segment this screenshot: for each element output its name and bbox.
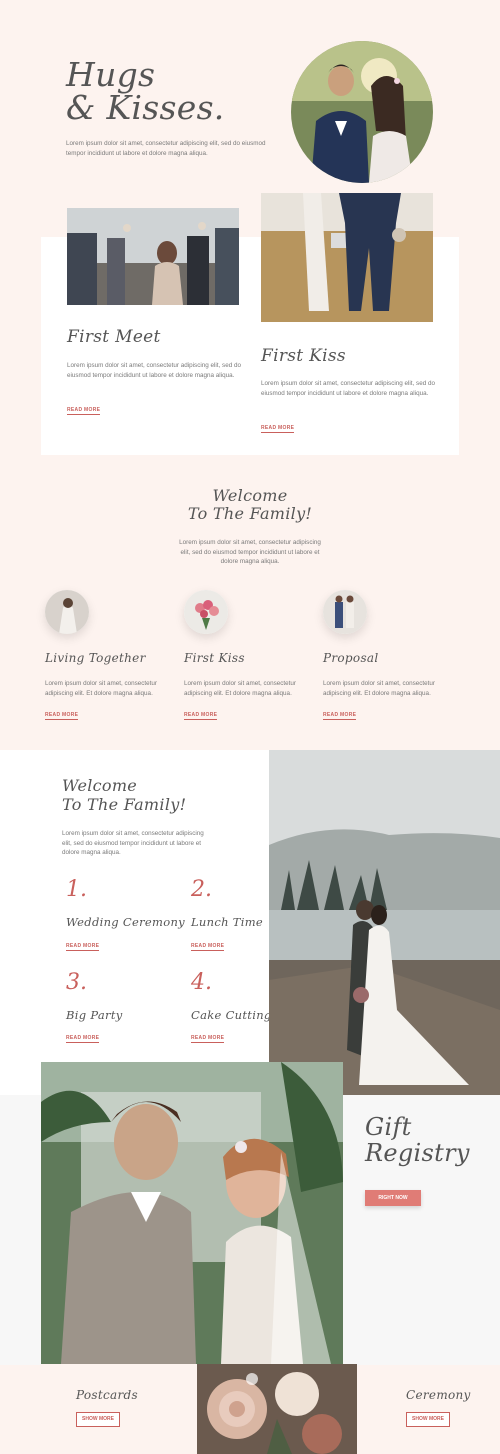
feature-text-proposal: Lorem ipsum dolor sit amet, consectetur … [323, 680, 435, 697]
rose-bouquet-photo [197, 1364, 357, 1454]
lake-couple-photo [269, 750, 500, 1095]
gift-left-panel [0, 1095, 41, 1365]
gift-title: Gift Registry [365, 1114, 470, 1166]
postcards-show-more-button[interactable]: SHOW MORE [76, 1412, 120, 1427]
schedule-item-title-3: Big Party [66, 1008, 123, 1022]
schedule-read-more-2[interactable]: READ MORE [191, 943, 225, 951]
first-kiss-photo [261, 193, 433, 322]
feature-title-first-kiss: First Kiss [184, 651, 245, 665]
feature-text-living-together: Lorem ipsum dolor sit amet, consectetur … [45, 680, 157, 697]
schedule-read-more-1[interactable]: READ MORE [66, 943, 100, 951]
feature-read-more-proposal[interactable]: READ MORE [323, 712, 357, 720]
welcome-title: Welcome To The Family! [150, 487, 350, 523]
first-kiss-text: Lorem ipsum dolor sit amet, consectetur … [261, 380, 435, 397]
schedule-title-line2: To The Family! [62, 795, 187, 814]
schedule-read-more-3[interactable]: READ MORE [66, 1035, 100, 1043]
first-meet-title: First Meet [67, 327, 161, 347]
schedule-item-title-4: Cake Cutting [191, 1008, 272, 1022]
schedule-item-title-1: Wedding Ceremony [66, 915, 185, 929]
garden-couple-photo [41, 1062, 343, 1364]
schedule-number-3: 3. [66, 970, 87, 995]
welcome-text: Lorem ipsum dolor sit amet, consectetur … [179, 539, 321, 566]
schedule-read-more-4[interactable]: READ MORE [191, 1035, 225, 1043]
hero-title-line2: & Kisses. [66, 88, 225, 127]
right-now-button[interactable]: RIGHT NOW [365, 1190, 421, 1206]
welcome-title-line2: To The Family! [187, 504, 313, 523]
hero-title-line1: Hugs [66, 55, 156, 94]
schedule-number-4: 4. [191, 970, 212, 995]
first-kiss-title: First Kiss [261, 346, 346, 366]
gift-title-line2: Registry [365, 1139, 470, 1167]
proposal-image [323, 590, 367, 634]
first-kiss-flowers-image [184, 590, 228, 634]
hero-text: Lorem ipsum dolor sit amet, consectetur … [66, 140, 266, 157]
ceremony-show-more-button[interactable]: SHOW MORE [406, 1412, 450, 1427]
first-meet-photo [67, 208, 239, 305]
schedule-number-2: 2. [191, 877, 212, 902]
gift-title-line1: Gift [365, 1113, 412, 1141]
schedule-title-line1: Welcome [62, 776, 138, 795]
first-meet-text: Lorem ipsum dolor sit amet, consectetur … [67, 362, 241, 379]
ceremony-title: Ceremony [406, 1388, 471, 1402]
hero-couple-photo [291, 41, 433, 183]
welcome-title-line1: Welcome [212, 486, 288, 505]
hero-title: Hugs & Kisses. [66, 58, 225, 124]
first-kiss-read-more[interactable]: READ MORE [261, 425, 295, 433]
feature-title-living-together: Living Together [45, 651, 146, 665]
living-together-image [45, 590, 89, 634]
feature-read-more-living-together[interactable]: READ MORE [45, 712, 79, 720]
feature-read-more-first-kiss[interactable]: READ MORE [184, 712, 218, 720]
feature-title-proposal: Proposal [323, 651, 379, 665]
first-meet-read-more[interactable]: READ MORE [67, 407, 101, 415]
feature-text-first-kiss: Lorem ipsum dolor sit amet, consectetur … [184, 680, 296, 697]
schedule-title: Welcome To The Family! [62, 776, 186, 814]
postcards-title: Postcards [76, 1388, 138, 1402]
schedule-item-title-2: Lunch Time [191, 915, 264, 929]
schedule-text: Lorem ipsum dolor sit amet, consectetur … [62, 830, 204, 857]
schedule-number-1: 1. [66, 877, 87, 902]
